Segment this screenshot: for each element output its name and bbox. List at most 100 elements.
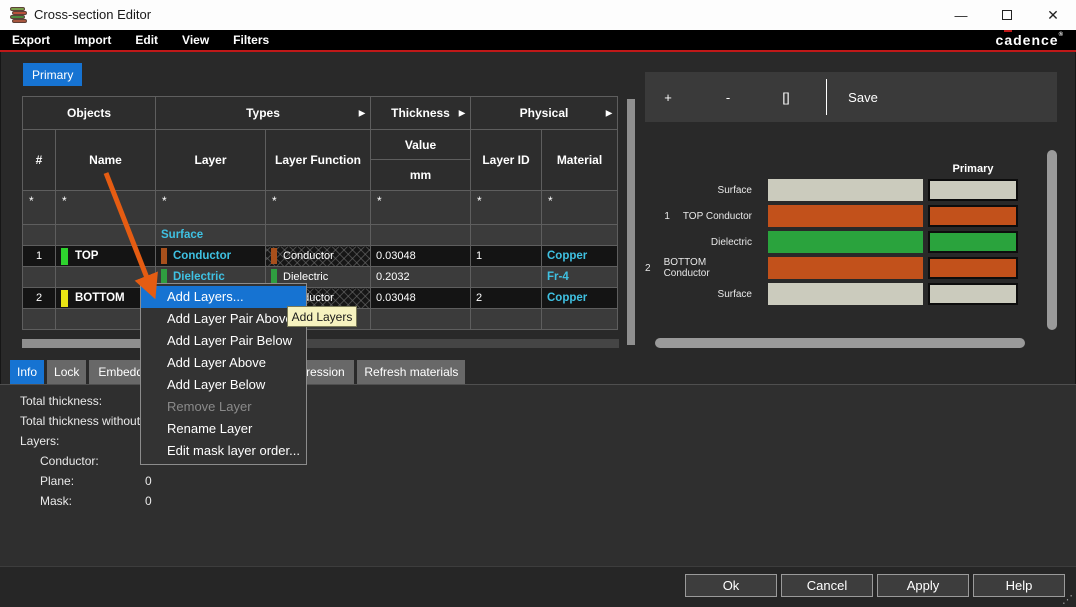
row-value-cell[interactable]: 0.03048	[371, 246, 471, 267]
group-header-objects[interactable]: Objects	[23, 97, 156, 130]
stack-bar-primary-surface-bottom[interactable]	[928, 283, 1018, 305]
stack-bar-primary-bottom-conductor[interactable]	[928, 257, 1018, 279]
row-name-cell[interactable]	[56, 225, 156, 246]
column-header-material[interactable]: Material	[542, 130, 618, 191]
maximize-button[interactable]	[984, 0, 1030, 30]
group-header-thickness[interactable]: Thickness▶	[371, 97, 471, 130]
cadence-logo: cadence®	[996, 32, 1064, 48]
tab-refresh-materials[interactable]: Refresh materials	[357, 360, 465, 384]
menu-item-edit-mask-layer-order[interactable]: Edit mask layer order...	[141, 440, 306, 462]
row-layer-id-cell[interactable]: 2	[471, 288, 542, 309]
column-header-layer-function[interactable]: Layer Function	[266, 130, 371, 191]
group-label: Types	[246, 106, 280, 120]
filter-cell[interactable]: *	[542, 191, 618, 225]
menu-item-add-layer-above[interactable]: Add Layer Above	[141, 352, 306, 374]
close-button[interactable]: ✕	[1030, 0, 1076, 30]
row-layer-id-cell[interactable]: 1	[471, 246, 542, 267]
filter-cell[interactable]: *	[471, 191, 542, 225]
filter-cell[interactable]: *	[266, 191, 371, 225]
row-value-cell[interactable]	[371, 309, 471, 330]
row-layer-cell[interactable]: Surface	[156, 225, 266, 246]
row-function-cell[interactable]	[266, 225, 371, 246]
column-header-layer[interactable]: Layer	[156, 130, 266, 191]
row-material-cell[interactable]	[542, 225, 618, 246]
brackets-button[interactable]: []	[771, 72, 801, 122]
conductor-count-label: Conductor:	[40, 454, 99, 468]
layer-color-chip	[61, 248, 68, 265]
tab-lock[interactable]: Lock	[47, 360, 86, 384]
row-material-cell[interactable]: Copper	[542, 246, 618, 267]
stack-bar-primary-top-conductor[interactable]	[928, 205, 1018, 227]
group-header-physical[interactable]: Physical▶	[471, 97, 618, 130]
row-layer-id-cell[interactable]	[471, 309, 542, 330]
filter-cell[interactable]: *	[56, 191, 156, 225]
row-function-cell[interactable]: Conductor	[266, 246, 371, 267]
menu-item-remove-layer[interactable]: Remove Layer	[141, 396, 306, 418]
save-button[interactable]: Save	[841, 72, 885, 122]
column-header-value: Value	[371, 130, 470, 160]
filter-cell[interactable]: *	[156, 191, 266, 225]
stack-horizontal-scrollbar[interactable]	[655, 338, 1025, 348]
stack-bar-surface[interactable]	[768, 179, 923, 201]
row-material-cell[interactable]: Copper	[542, 288, 618, 309]
column-header-num[interactable]: #	[23, 130, 56, 191]
row-material-cell[interactable]	[542, 309, 618, 330]
remove-column-button[interactable]: -	[713, 72, 743, 122]
column-header-name[interactable]: Name	[56, 130, 156, 191]
group-header-types[interactable]: Types▶	[156, 97, 371, 130]
row-layer-cell[interactable]: Conductor	[156, 246, 266, 267]
menu-filters[interactable]: Filters	[221, 30, 281, 50]
menu-item-rename-layer[interactable]: Rename Layer	[141, 418, 306, 440]
tab-primary[interactable]: Primary	[23, 63, 82, 86]
row-value-cell[interactable]	[371, 225, 471, 246]
help-button[interactable]: Help	[973, 574, 1065, 597]
group-label: Physical	[520, 106, 569, 120]
tab-info[interactable]: Info	[10, 360, 44, 384]
row-num-cell[interactable]: 1	[23, 246, 56, 267]
stack-vertical-scrollbar[interactable]	[1047, 150, 1057, 330]
ok-button[interactable]: Ok	[685, 574, 777, 597]
mask-count-label: Mask:	[40, 494, 72, 508]
column-header-unit: mm	[371, 160, 470, 190]
row-material-cell[interactable]: Fr-4	[542, 267, 618, 288]
menu-item-add-layer-pair-below[interactable]: Add Layer Pair Below	[141, 330, 306, 352]
stack-label-bottom-conductor: 2BOTTOM Conductor	[645, 257, 752, 279]
column-header-value-mm[interactable]: Value mm	[371, 130, 471, 191]
row-num-cell[interactable]	[23, 267, 56, 288]
row-layer-id-cell[interactable]	[471, 267, 542, 288]
resize-grip[interactable]: ⋰	[1062, 593, 1073, 606]
total-thickness-without-label: Total thickness without	[20, 414, 140, 428]
row-name-cell[interactable]: TOP	[56, 246, 156, 267]
apply-button[interactable]: Apply	[877, 574, 969, 597]
menu-item-add-layer-pair-above[interactable]: Add Layer Pair Above	[141, 308, 306, 330]
cancel-button[interactable]: Cancel	[781, 574, 873, 597]
stack-bar-primary-dielectric[interactable]	[928, 231, 1018, 253]
menu-edit[interactable]: Edit	[123, 30, 170, 50]
row-layer-id-cell[interactable]	[471, 225, 542, 246]
stack-bar-surface-bottom[interactable]	[768, 283, 923, 305]
filter-cell[interactable]: *	[23, 191, 56, 225]
row-value-cell[interactable]: 0.2032	[371, 267, 471, 288]
menu-view[interactable]: View	[170, 30, 221, 50]
table-horizontal-scrollbar[interactable]	[22, 339, 619, 348]
row-value-cell[interactable]: 0.03048	[371, 288, 471, 309]
cross-section-editor-window: Cross-section Editor — ✕ Export Import E…	[0, 0, 1076, 607]
menu-import[interactable]: Import	[62, 30, 123, 50]
stack-bar-top-conductor[interactable]	[768, 205, 923, 227]
add-layers-tooltip: Add Layers	[287, 306, 357, 327]
add-column-button[interactable]: +	[653, 72, 683, 122]
column-header-layer-id[interactable]: Layer ID	[471, 130, 542, 191]
table-vertical-scrollbar[interactable]	[627, 99, 635, 345]
menu-export[interactable]: Export	[0, 30, 62, 50]
material-text: Copper	[547, 250, 587, 262]
row-num-cell[interactable]	[23, 309, 56, 330]
stack-bar-bottom-conductor[interactable]	[768, 257, 923, 279]
row-num-cell[interactable]: 2	[23, 288, 56, 309]
menu-item-add-layer-below[interactable]: Add Layer Below	[141, 374, 306, 396]
filter-cell[interactable]: *	[371, 191, 471, 225]
minimize-button[interactable]: —	[938, 0, 984, 30]
stack-bar-primary-surface[interactable]	[928, 179, 1018, 201]
menu-item-add-layers[interactable]: Add Layers...	[141, 286, 306, 308]
row-num-cell[interactable]	[23, 225, 56, 246]
stack-bar-dielectric[interactable]	[768, 231, 923, 253]
